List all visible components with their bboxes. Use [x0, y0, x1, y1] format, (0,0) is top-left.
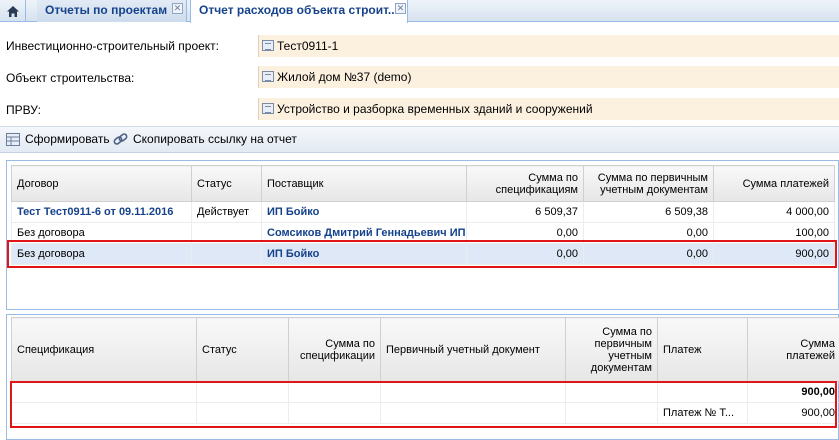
object-field[interactable]: Жилой дом №37 (demo): [258, 66, 839, 88]
col-primary-document[interactable]: Первичный учетный документ: [380, 317, 566, 382]
table-row[interactable]: Платеж № Т... 900,00: [11, 402, 839, 424]
contracts-header-row: Договор Статус Поставщик Сумма по специф…: [11, 165, 835, 202]
table-row[interactable]: 900,00: [11, 381, 839, 403]
col-specification[interactable]: Спецификация: [11, 317, 197, 382]
payments-cell: 4 000,00: [713, 201, 835, 223]
doc-sum-cell: [565, 381, 658, 403]
home-icon: [6, 5, 19, 17]
link-icon: [113, 133, 128, 145]
supplier-link[interactable]: ИП Бойко: [261, 243, 467, 265]
object-value: Жилой дом №37 (demo): [277, 70, 412, 84]
close-icon[interactable]: ✕: [172, 3, 183, 14]
tab-bar: Отчеты по проектам ✕ Отчет расходов объе…: [0, 0, 839, 23]
tab-object-expense-report[interactable]: Отчет расходов объекта строит...: [190, 0, 408, 23]
list-field-icon: [262, 71, 274, 82]
table-row[interactable]: Без договора Сомсиков Дмитрий Геннадьеви…: [11, 222, 835, 244]
doc-cell: [380, 402, 566, 424]
list-field-icon: [262, 40, 274, 51]
contracts-grid: Договор Статус Поставщик Сумма по специф…: [6, 160, 839, 310]
prvu-label: ПРВУ:: [6, 103, 41, 117]
table-row-selected[interactable]: Без договора ИП Бойко 0,00 0,00 900,00: [11, 243, 835, 265]
spec-cell: [11, 381, 197, 403]
copy-link-label: Скопировать ссылку на отчет: [133, 132, 297, 146]
col-payments[interactable]: Сумма платежей: [713, 165, 835, 202]
contract-cell: Без договора: [11, 243, 192, 265]
col-contract[interactable]: Договор: [11, 165, 192, 202]
details-table: Спецификация Статус Сумма по спецификаци…: [11, 317, 839, 424]
contract-link[interactable]: Тест Тест0911-6 от 09.11.2016: [11, 201, 192, 223]
report-icon: [6, 132, 20, 146]
tab-label: Отчет расходов объекта строит...: [199, 3, 398, 17]
toolbar: Сформировать Скопировать ссылку на отчет: [0, 126, 839, 153]
spec-sum-cell: [288, 381, 381, 403]
doc-sum-cell: [565, 402, 658, 424]
payments-cell: 900,00: [713, 243, 835, 265]
col-spec-sum[interactable]: Сумма по спецификациям: [466, 165, 584, 202]
payments-total-cell: 900,00: [747, 381, 839, 403]
spec-sum-cell: 6 509,37: [466, 201, 584, 223]
col-payments-sum[interactable]: Сумма платежей: [747, 317, 839, 382]
prvu-value: Устройство и разборка временных зданий и…: [277, 102, 593, 116]
copy-link-button[interactable]: Скопировать ссылку на отчет: [113, 132, 297, 146]
tab-label: Отчеты по проектам: [45, 3, 168, 17]
details-grid: Спецификация Статус Сумма по спецификаци…: [6, 314, 839, 440]
status-cell: [191, 222, 262, 244]
col-status[interactable]: Статус: [191, 165, 262, 202]
project-value: Тест0911-1: [277, 39, 339, 53]
details-header-row: Спецификация Статус Сумма по спецификаци…: [11, 317, 839, 382]
payments-cell: 900,00: [747, 402, 839, 424]
spec-cell: [11, 402, 197, 424]
col-doc-sum[interactable]: Сумма по первичным учетным документам: [583, 165, 714, 202]
spec-sum-cell: [288, 402, 381, 424]
supplier-link[interactable]: ИП Бойко: [261, 201, 467, 223]
doc-sum-cell: 6 509,38: [583, 201, 714, 223]
home-tab[interactable]: [0, 0, 26, 22]
spec-sum-cell: 0,00: [466, 243, 584, 265]
table-row[interactable]: Тест Тест0911-6 от 09.11.2016 Действует …: [11, 201, 835, 223]
doc-cell: [380, 381, 566, 403]
col-doc-sum[interactable]: Сумма по первичным учетным документам: [565, 317, 658, 382]
list-field-icon: [262, 103, 274, 114]
close-icon[interactable]: ✕: [395, 3, 406, 14]
payment-cell: [657, 381, 748, 403]
generate-label: Сформировать: [25, 132, 110, 146]
generate-button[interactable]: Сформировать: [6, 132, 110, 146]
spec-sum-cell: 0,00: [466, 222, 584, 244]
supplier-link[interactable]: Сомсиков Дмитрий Геннадьевич ИП: [261, 222, 467, 244]
status-cell: [191, 243, 262, 265]
tab-project-reports[interactable]: Отчеты по проектам: [37, 0, 187, 22]
contracts-table: Договор Статус Поставщик Сумма по специф…: [11, 165, 835, 265]
payments-cell: 100,00: [713, 222, 835, 244]
col-supplier[interactable]: Поставщик: [261, 165, 467, 202]
doc-sum-cell: 0,00: [583, 222, 714, 244]
prvu-field[interactable]: Устройство и разборка временных зданий и…: [258, 98, 839, 120]
project-label: Инвестиционно-строительный проект:: [6, 39, 219, 53]
col-status[interactable]: Статус: [196, 317, 289, 382]
col-payment[interactable]: Платеж: [657, 317, 748, 382]
object-label: Объект строительства:: [6, 71, 135, 85]
contract-cell: Без договора: [11, 222, 192, 244]
project-field[interactable]: Тест0911-1: [258, 35, 839, 57]
doc-sum-cell: 0,00: [583, 243, 714, 265]
status-cell: [196, 402, 289, 424]
status-cell: [196, 381, 289, 403]
status-cell: Действует: [191, 201, 262, 223]
col-spec-sum[interactable]: Сумма по спецификации: [288, 317, 381, 382]
payment-cell[interactable]: Платеж № Т...: [657, 402, 748, 424]
